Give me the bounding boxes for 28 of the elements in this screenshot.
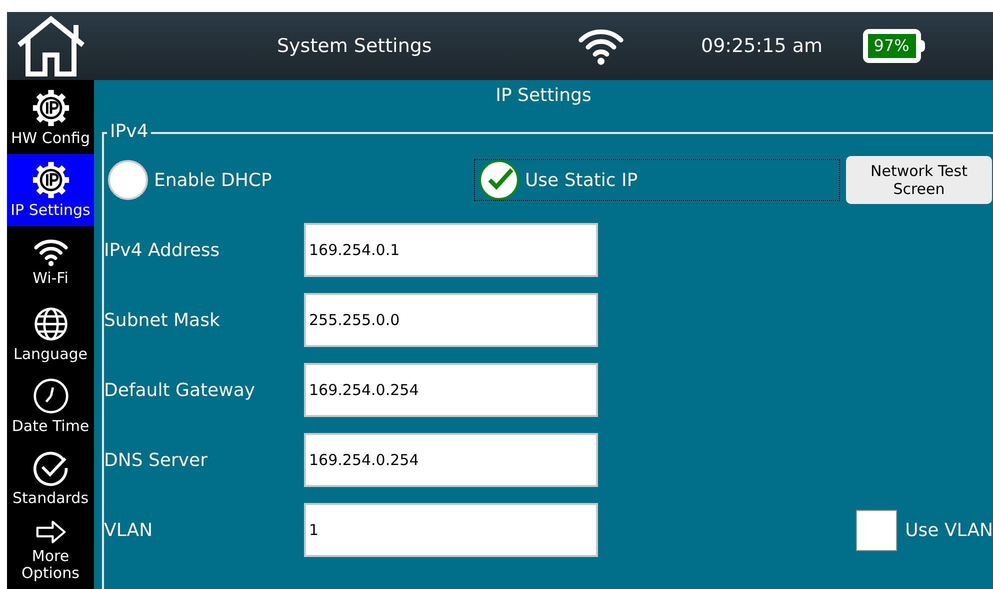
field-label: Subnet Mask	[104, 308, 221, 332]
sidebar-item[interactable]: IP Settings	[7, 154, 94, 226]
checkbox[interactable]	[856, 510, 898, 550]
field-label: IPv4 Address	[104, 238, 221, 262]
radio-option[interactable]: Enable DHCP	[104, 159, 474, 201]
home-icon[interactable]	[16, 15, 86, 77]
input-field[interactable]: 255.255.0.0	[304, 293, 598, 347]
input-field[interactable]: 169.254.0.254	[304, 433, 598, 487]
gear-ip-icon	[32, 89, 70, 127]
input-field[interactable]: 1	[304, 503, 598, 557]
input-field[interactable]: 169.254.0.254	[304, 363, 598, 417]
wifi-icon	[32, 237, 68, 267]
page-title: IP Settings	[494, 84, 592, 108]
check-circle-icon	[32, 449, 70, 487]
clock-icon	[32, 377, 70, 415]
clock-time: 09:25:15 am	[701, 34, 823, 59]
gear-ip-icon	[32, 161, 70, 199]
field-label: DNS Server	[104, 448, 208, 472]
field-label: Default Gateway	[104, 378, 256, 402]
arrow-right-icon	[34, 518, 68, 544]
globe-icon	[32, 305, 70, 343]
network-test-button[interactable]: Network Test Screen	[846, 156, 992, 204]
checkbox-label: Use VLAN	[905, 518, 993, 542]
input-field[interactable]: 169.254.0.1	[304, 223, 598, 277]
field-label: VLAN	[104, 518, 154, 542]
radio-option[interactable]: Use Static IP	[474, 159, 840, 201]
battery-indicator: 97%	[862, 29, 925, 63]
header-title: System Settings	[277, 34, 433, 59]
